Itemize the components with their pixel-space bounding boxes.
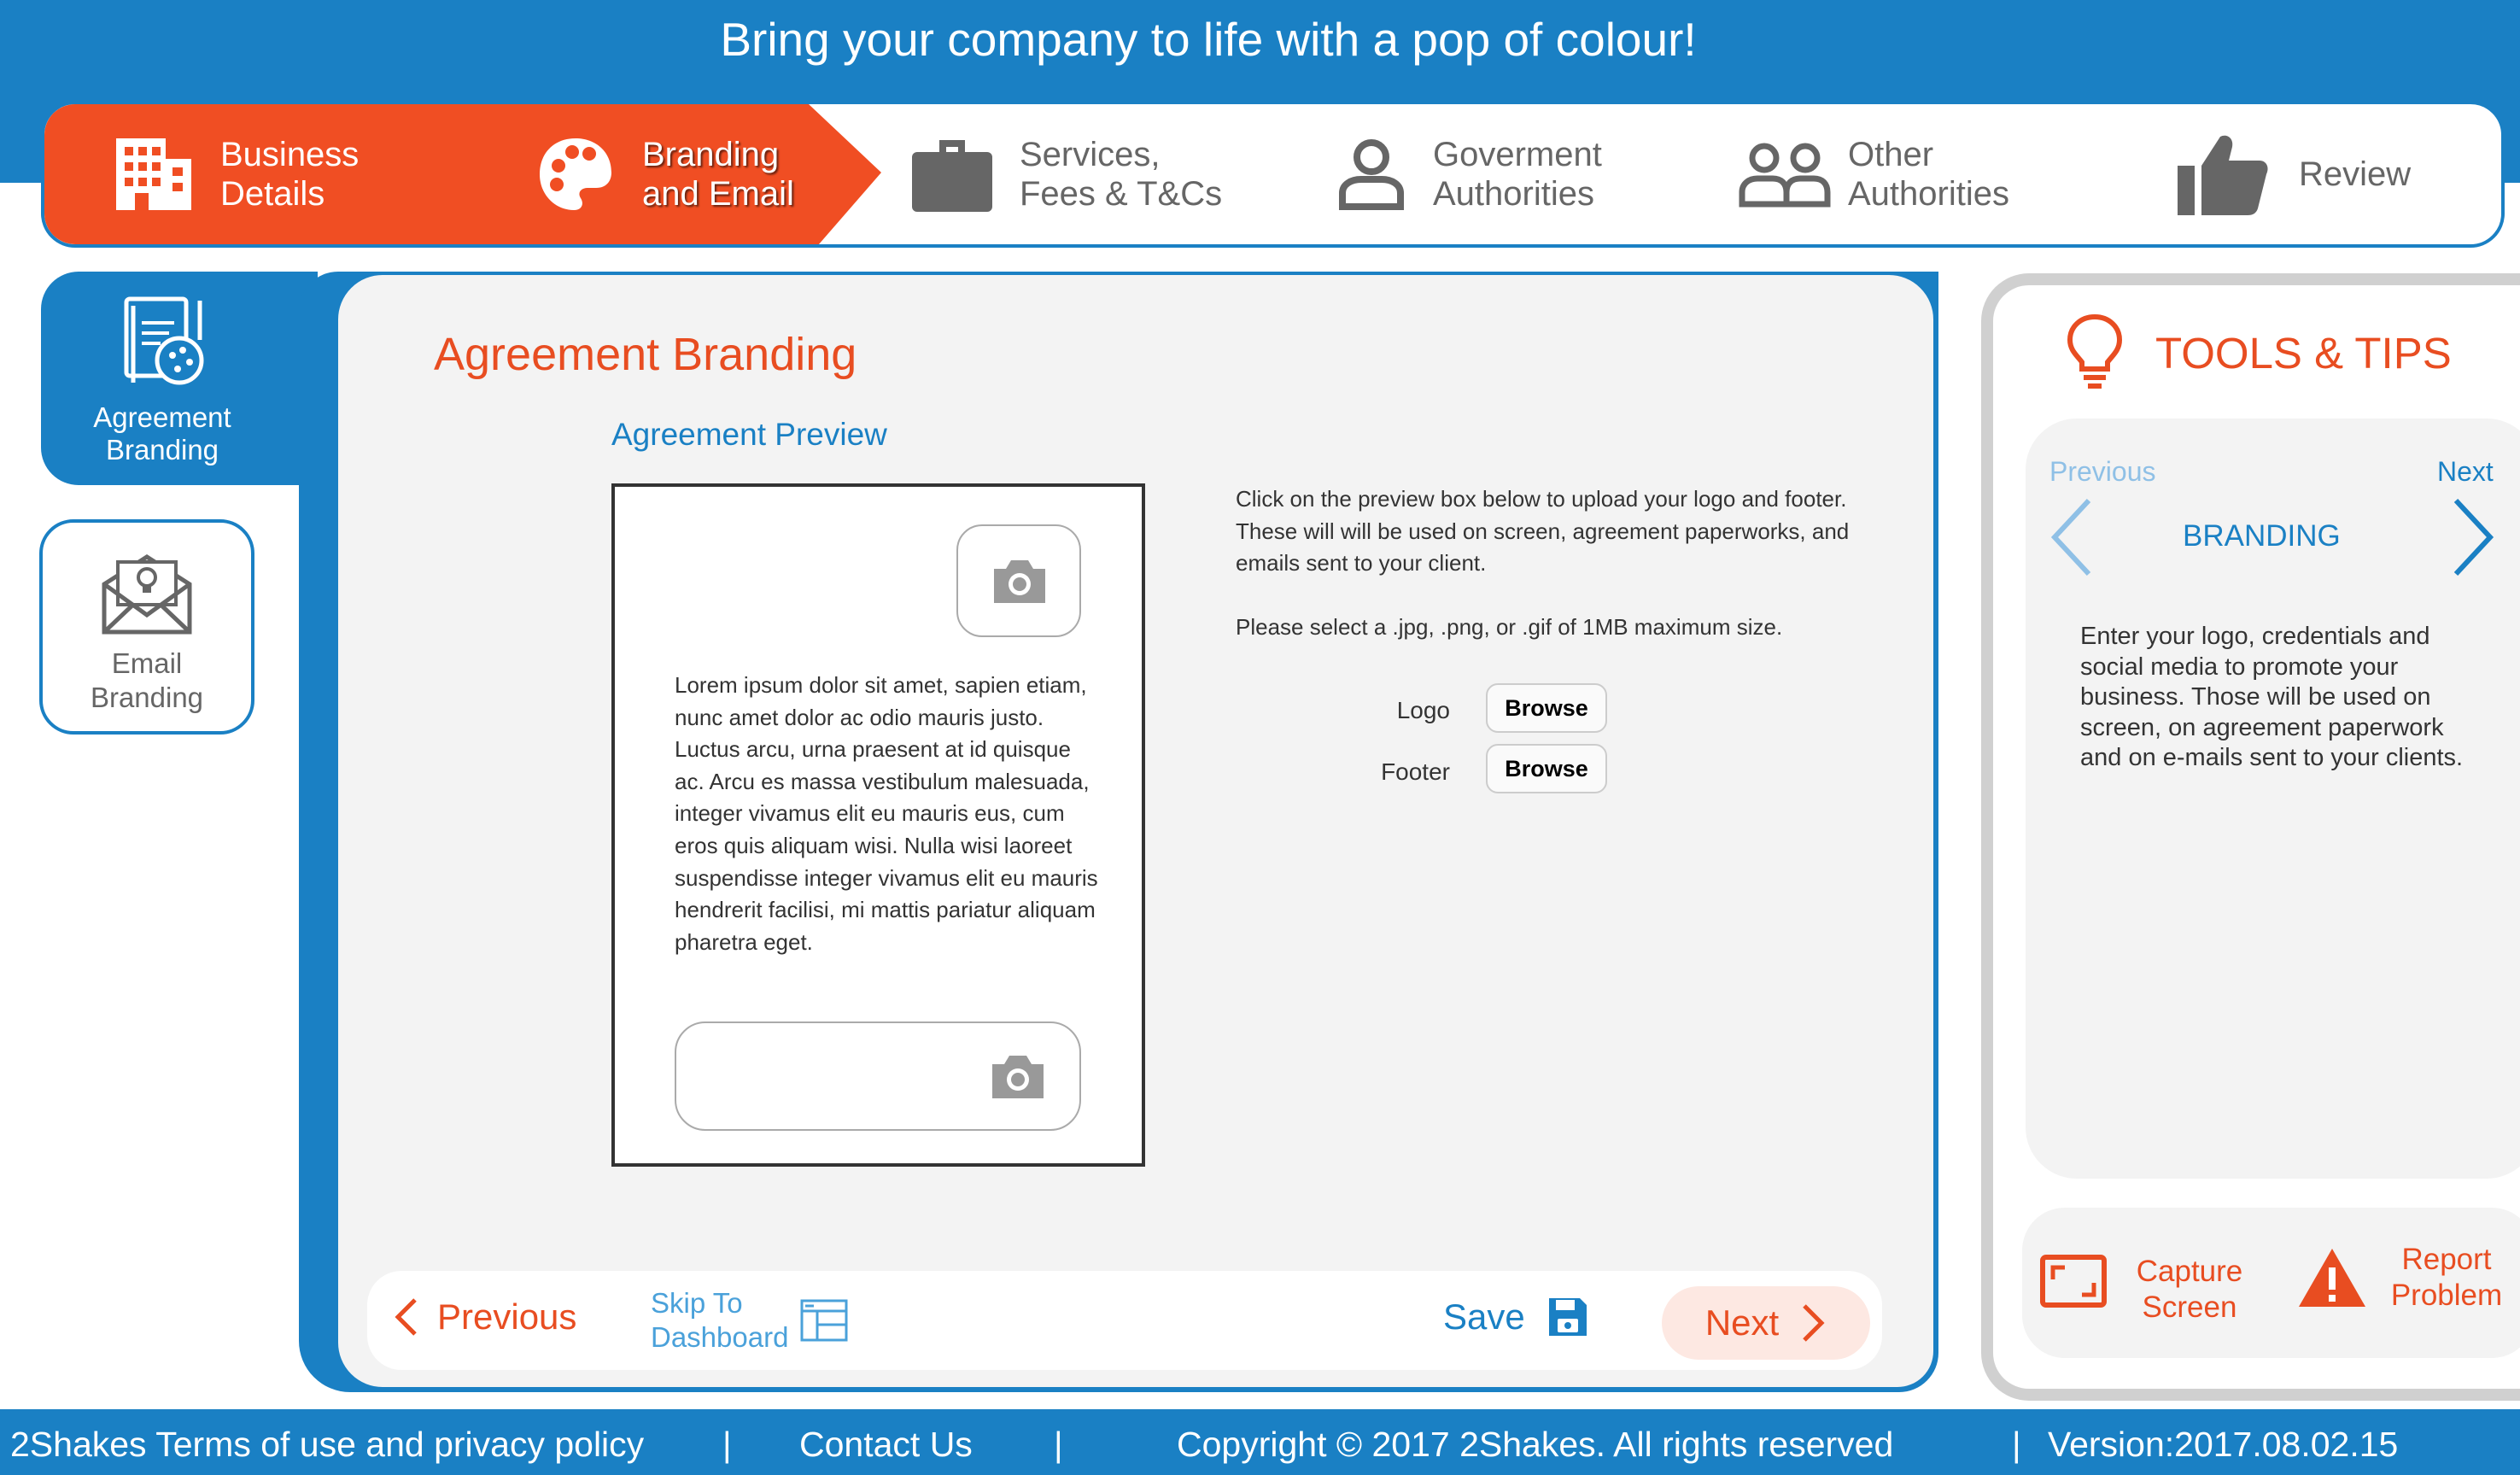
- step-branding-and-email[interactable]: Branding and Email: [536, 104, 794, 244]
- step-label: Business Details: [220, 136, 360, 213]
- terms-link[interactable]: 2Shakes Terms of use and privacy policy: [10, 1425, 644, 1465]
- briefcase-icon: [912, 140, 992, 212]
- subnav-email-branding[interactable]: Email Branding: [39, 519, 254, 735]
- subnav-label: Agreement Branding: [93, 401, 231, 465]
- skip-to-dashboard-button[interactable]: Skip To Dashboard: [651, 1286, 848, 1355]
- report-problem-button[interactable]: Report Problem: [2297, 1243, 2502, 1313]
- dashboard-icon: [800, 1299, 848, 1342]
- action-bar: [367, 1271, 1882, 1370]
- header-title: Bring your company to life with a pop of…: [720, 13, 1697, 66]
- step-government-authorities[interactable]: Goverment Authorities: [1337, 104, 1602, 244]
- palette-icon: [540, 138, 611, 210]
- warning-icon: [2299, 1249, 2365, 1307]
- step-other-authorities[interactable]: Other Authorities: [1739, 104, 2009, 244]
- tips-body-text: Enter your logo, credentials and social …: [2080, 623, 2464, 772]
- skip-label: Skip To Dashboard: [651, 1287, 789, 1353]
- subnav-agreement-branding[interactable]: Agreement Branding: [41, 272, 318, 485]
- camera-icon: [992, 1056, 1044, 1098]
- envelope-lightbulb-icon: [102, 554, 192, 635]
- footer-separator: |: [2012, 1425, 2021, 1464]
- footer-separator: |: [722, 1425, 732, 1464]
- version-text: Version:2017.08.02.15: [2048, 1425, 2399, 1464]
- report-problem-label: Report Problem: [2390, 1243, 2503, 1312]
- step-review[interactable]: Review: [2176, 104, 2411, 244]
- capture-screen-button[interactable]: Capture Screen: [2039, 1254, 2242, 1324]
- tips-previous-link[interactable]: Previous: [2049, 456, 2156, 488]
- person-icon: [1339, 139, 1404, 210]
- step-label: Services, Fees & T&Cs: [1020, 136, 1223, 213]
- logo-label: Logo: [1396, 697, 1450, 723]
- building-icon: [116, 138, 191, 210]
- page-title: Agreement Branding: [434, 329, 857, 380]
- preview-title: Agreement Preview: [611, 417, 887, 452]
- tips-next-link[interactable]: Next: [2437, 456, 2494, 488]
- step-label: Branding and Email: [642, 136, 794, 213]
- previous-button[interactable]: Previous: [393, 1296, 576, 1337]
- footer-label: Footer: [1381, 758, 1450, 785]
- floppy-disk-icon: [1548, 1298, 1587, 1336]
- preview-body-text: Lorem ipsum dolor sit amet, sapien etiam…: [675, 672, 1098, 955]
- document-palette-icon: [124, 296, 204, 385]
- step-label: Goverment Authorities: [1433, 136, 1602, 213]
- capture-screen-icon: [2040, 1255, 2107, 1308]
- thumbs-up-icon: [2178, 135, 2268, 215]
- next-label: Next: [1704, 1302, 1780, 1343]
- chevron-left-icon: [395, 1298, 417, 1336]
- camera-icon: [994, 560, 1045, 603]
- subnav-label: Email Branding: [90, 647, 204, 713]
- step-label: Other Authorities: [1848, 136, 2009, 213]
- save-button[interactable]: Save: [1443, 1296, 1588, 1337]
- tips-topic: BRANDING: [2183, 519, 2341, 553]
- step-label: Review: [2299, 155, 2412, 193]
- logo-upload-slot[interactable]: [956, 524, 1081, 637]
- previous-label: Previous: [437, 1296, 577, 1337]
- logo-browse-button[interactable]: Browse: [1486, 683, 1607, 733]
- footer-upload-slot[interactable]: [675, 1021, 1081, 1131]
- footer-browse-button[interactable]: Browse: [1486, 744, 1607, 793]
- save-label: Save: [1443, 1296, 1525, 1337]
- lightbulb-icon: [2067, 313, 2123, 389]
- footer-separator: |: [1054, 1425, 1063, 1464]
- tools-tips-title: TOOLS & TIPS: [2155, 329, 2452, 378]
- chevron-right-icon: [1803, 1304, 1825, 1342]
- people-icon: [1739, 143, 1831, 208]
- copyright-text: Copyright © 2017 2Shakes. All rights res…: [1177, 1425, 1894, 1464]
- tips-chevron-right-icon[interactable]: [2451, 497, 2497, 577]
- capture-screen-label: Capture Screen: [2136, 1255, 2243, 1324]
- next-button[interactable]: Next: [1662, 1286, 1870, 1360]
- tips-chevron-left-icon[interactable]: [2048, 497, 2094, 577]
- upload-instructions: Click on the preview box below to upload…: [1236, 486, 1850, 641]
- step-business-details[interactable]: Business Details: [114, 104, 359, 244]
- contact-link[interactable]: Contact Us: [799, 1425, 973, 1465]
- step-services-fees[interactable]: Services, Fees & T&Cs: [910, 104, 1222, 244]
- progress-stepper: Business Details Branding and Email Serv…: [41, 101, 2505, 248]
